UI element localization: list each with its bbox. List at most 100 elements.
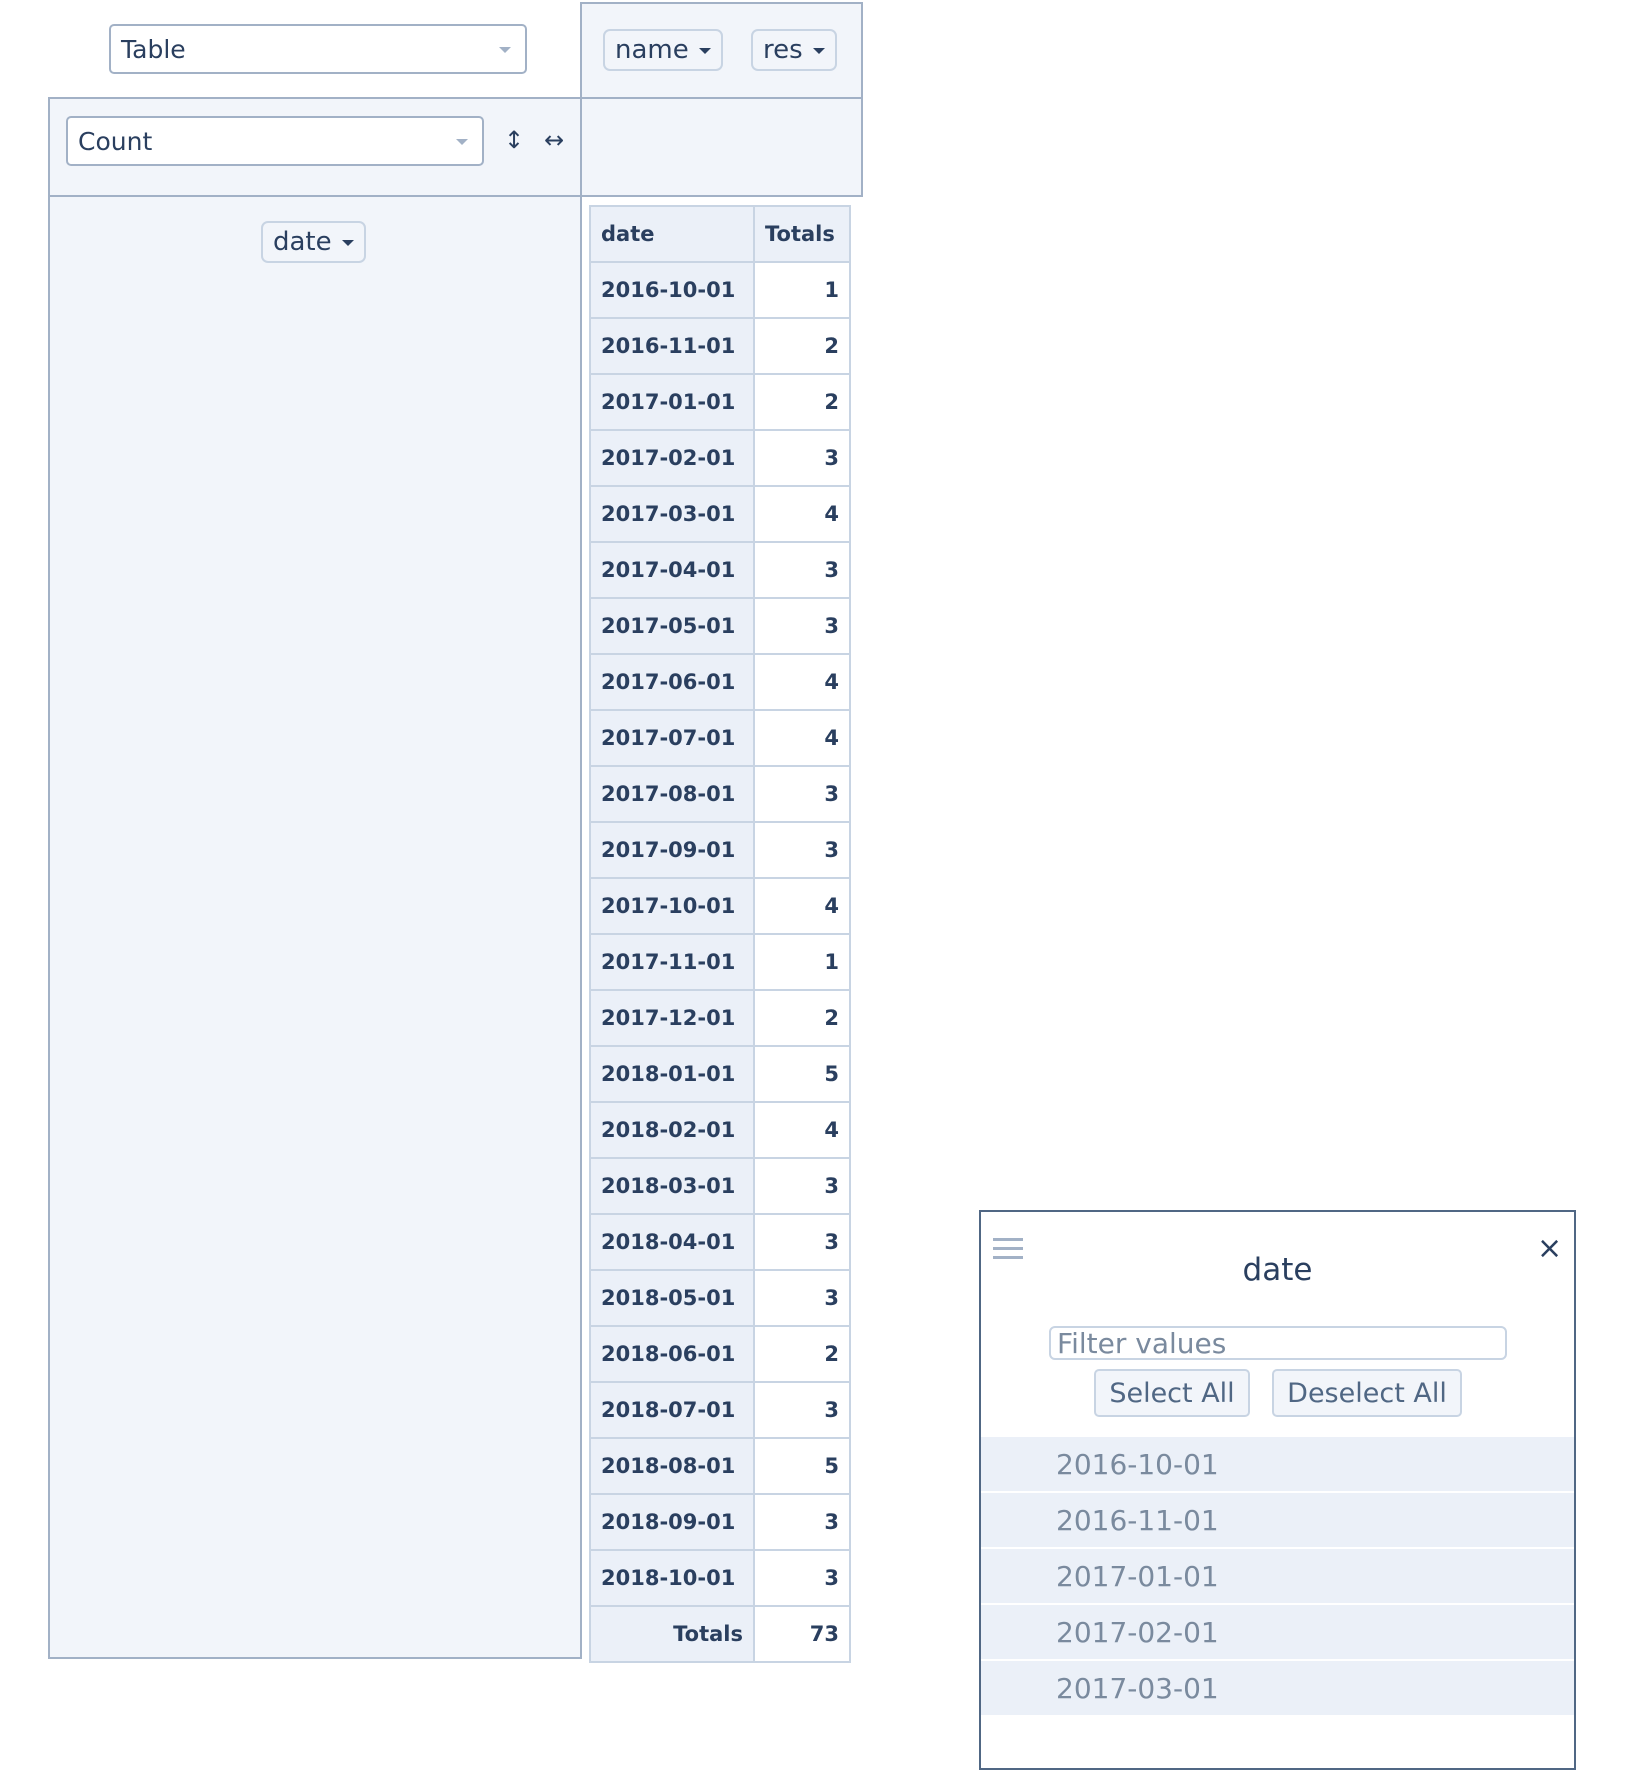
row-total-value: 3 (753, 1493, 851, 1551)
column-header-area (580, 97, 863, 197)
caret-down-icon (341, 240, 354, 246)
row-total-value: 4 (753, 653, 851, 711)
row-label: 2017-11-01 (589, 933, 755, 991)
table-row: 2018-01-01 5 (589, 1045, 851, 1103)
row-label: 2017-06-01 (589, 653, 755, 711)
aggregator-select[interactable]: Count (66, 116, 484, 166)
chevron-down-icon (499, 47, 511, 53)
table-row: 2018-06-01 2 (589, 1325, 851, 1383)
row-total-value: 4 (753, 1101, 851, 1159)
table-row: 2018-03-01 3 (589, 1157, 851, 1215)
filter-value-item[interactable]: 2016-11-01 (981, 1493, 1574, 1549)
row-label: 2018-05-01 (589, 1269, 755, 1327)
table-row: 2018-09-01 3 (589, 1493, 851, 1551)
renderer-select-value: Table (121, 34, 186, 64)
row-label: 2018-08-01 (589, 1437, 755, 1495)
row-total-value: 2 (753, 317, 851, 375)
row-label: 2017-02-01 (589, 429, 755, 487)
attribute-pill-label: date (273, 227, 332, 257)
table-row: 2017-11-01 1 (589, 933, 851, 991)
row-total-value: 2 (753, 373, 851, 431)
table-row: 2018-02-01 4 (589, 1101, 851, 1159)
grand-total-label: Totals (589, 1605, 755, 1663)
row-header-date: date (589, 205, 755, 263)
row-order-button[interactable]: ↕ (494, 120, 534, 160)
caret-down-icon (698, 48, 711, 54)
row-total-value: 3 (753, 597, 851, 655)
row-label: 2017-10-01 (589, 877, 755, 935)
attribute-pill-name[interactable]: name (603, 29, 723, 71)
row-label: 2017-07-01 (589, 709, 755, 767)
row-total-value: 3 (753, 1213, 851, 1271)
table-row: 2017-02-01 3 (589, 429, 851, 487)
col-order-button[interactable]: ↔ (534, 120, 574, 160)
row-total-value: 3 (753, 1157, 851, 1215)
row-total-value: 3 (753, 429, 851, 487)
row-label: 2016-11-01 (589, 317, 755, 375)
filter-value-item[interactable]: 2017-02-01 (981, 1605, 1574, 1661)
attribute-pill-date[interactable]: date (261, 221, 366, 263)
row-label: 2017-09-01 (589, 821, 755, 879)
filter-value-item[interactable]: 2017-01-01 (981, 1549, 1574, 1605)
row-total-value: 3 (753, 541, 851, 599)
row-label: 2018-09-01 (589, 1493, 755, 1551)
row-total-value: 1 (753, 933, 851, 991)
row-total-value: 5 (753, 1437, 851, 1495)
table-row: 2017-05-01 3 (589, 597, 851, 655)
table-row: 2017-01-01 2 (589, 373, 851, 431)
renderer-select[interactable]: Table (109, 24, 527, 74)
table-row: 2018-04-01 3 (589, 1213, 851, 1271)
column-header-totals: Totals (753, 205, 851, 263)
row-label: 2017-03-01 (589, 485, 755, 543)
row-total-value: 3 (753, 1549, 851, 1607)
filter-value-item[interactable]: 2017-03-01 (981, 1661, 1574, 1717)
row-label: 2017-08-01 (589, 765, 755, 823)
table-row: 2018-10-01 3 (589, 1549, 851, 1607)
table-row: 2017-12-01 2 (589, 989, 851, 1047)
table-row: 2017-03-01 4 (589, 485, 851, 543)
pivot-table: date Totals 2016-10-01 1 2016-11-01 2 2017-0… (589, 205, 851, 1663)
row-total-value: 3 (753, 765, 851, 823)
pivot-table-body: 2016-10-01 1 2016-11-01 2 2017-01-01 2 2017-02… (589, 261, 851, 1607)
table-row: 2017-08-01 3 (589, 765, 851, 823)
table-row: 2018-07-01 3 (589, 1381, 851, 1439)
row-total-value: 5 (753, 1045, 851, 1103)
row-label: 2017-04-01 (589, 541, 755, 599)
row-total-value: 3 (753, 821, 851, 879)
row-label: 2018-03-01 (589, 1157, 755, 1215)
attribute-pill-res[interactable]: res (751, 29, 837, 71)
totals-row: Totals 73 (589, 1605, 851, 1663)
row-total-value: 2 (753, 1325, 851, 1383)
table-row: 2018-05-01 3 (589, 1269, 851, 1327)
row-total-value: 4 (753, 709, 851, 767)
filter-value-list: 2016-10-01 2016-11-01 2017-01-01 2017-02-01… (981, 1437, 1574, 1717)
table-row: 2017-06-01 4 (589, 653, 851, 711)
row-label: 2017-12-01 (589, 989, 755, 1047)
table-row: 2016-11-01 2 (589, 317, 851, 375)
row-label: 2018-04-01 (589, 1213, 755, 1271)
table-row: 2017-09-01 3 (589, 821, 851, 879)
filter-title: date (1242, 1252, 1313, 1288)
attribute-pill-label: name (615, 35, 689, 65)
table-row: 2018-08-01 5 (589, 1437, 851, 1495)
deselect-all-button[interactable]: Deselect All (1272, 1369, 1462, 1417)
row-label: 2017-05-01 (589, 597, 755, 655)
vertical-arrows-icon: ↕ (503, 126, 525, 154)
row-label: 2018-10-01 (589, 1549, 755, 1607)
row-label: 2016-10-01 (589, 261, 755, 319)
row-total-value: 3 (753, 1269, 851, 1327)
attribute-pill-label: res (763, 35, 803, 65)
filter-value-item[interactable]: 2016-10-01 (981, 1437, 1574, 1493)
select-all-button[interactable]: Select All (1094, 1369, 1250, 1417)
row-total-value: 3 (753, 1381, 851, 1439)
row-label: 2018-07-01 (589, 1381, 755, 1439)
table-header-row: date Totals (589, 205, 851, 263)
table-row: 2016-10-01 1 (589, 261, 851, 319)
row-total-value: 2 (753, 989, 851, 1047)
aggregator-select-value: Count (78, 126, 153, 156)
row-attributes-area (48, 195, 582, 1659)
filter-values-input[interactable] (1049, 1326, 1507, 1360)
table-row: 2017-07-01 4 (589, 709, 851, 767)
caret-down-icon (812, 48, 825, 54)
table-row: 2017-10-01 4 (589, 877, 851, 935)
